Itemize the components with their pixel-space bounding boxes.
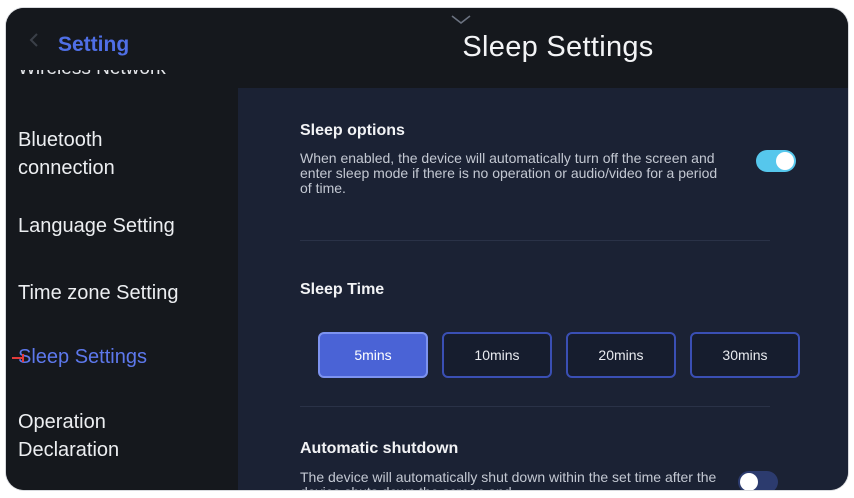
active-indicator — [12, 354, 24, 362]
auto-shutdown-description: The device will automatically shut down … — [300, 469, 717, 491]
device-screen: Setting Wireless Network Bluetooth conne… — [6, 8, 848, 490]
sidebar-item-operation-declaration[interactable]: Operation Declaration — [18, 408, 119, 464]
settings-panel: Sleep options When enabled, the device w… — [238, 88, 848, 490]
sidebar-item-label: Sleep Settings — [18, 346, 147, 368]
page-title: Sleep Settings — [462, 31, 654, 63]
auto-shutdown-title: Automatic shutdown — [300, 440, 459, 457]
sleep-options-description: When enabled, the device will automatica… — [300, 150, 718, 196]
sidebar-item-label: Language Setting — [18, 215, 175, 237]
sleep-options-toggle[interactable] — [756, 150, 796, 172]
auto-shutdown-toggle[interactable] — [738, 471, 778, 490]
sidebar-item-label: Bluetooth connection — [18, 129, 115, 179]
sidebar-header: Setting — [6, 8, 238, 70]
sidebar-item-sleep-settings[interactable]: Sleep Settings — [12, 343, 147, 371]
sidebar-title: Setting — [58, 33, 130, 56]
sidebar-item-label: Time zone Setting — [18, 282, 179, 304]
sleep-options-title: Sleep options — [300, 122, 405, 139]
sidebar-item-bluetooth[interactable]: Bluetooth connection — [18, 126, 115, 182]
chevron-down-icon[interactable] — [450, 14, 472, 26]
toggle-knob — [776, 152, 794, 170]
sleep-time-title: Sleep Time — [300, 281, 385, 298]
divider — [300, 406, 770, 407]
sleep-time-10mins-button[interactable]: 10mins — [442, 332, 552, 378]
sleep-time-30mins-button[interactable]: 30mins — [690, 332, 800, 378]
toggle-knob — [740, 473, 758, 490]
sidebar-item-time-zone[interactable]: Time zone Setting — [18, 279, 178, 307]
sleep-time-5mins-button[interactable]: 5mins — [318, 332, 428, 378]
sleep-time-20mins-button[interactable]: 20mins — [566, 332, 676, 378]
sidebar-item-label: Operation Declaration — [18, 411, 120, 461]
sidebar-item-language[interactable]: Language Setting — [18, 212, 175, 240]
divider — [300, 240, 770, 241]
back-arrow-icon[interactable] — [26, 32, 42, 48]
sidebar: Setting Wireless Network Bluetooth conne… — [6, 8, 238, 490]
top-bar: Sleep Settings — [238, 8, 848, 88]
